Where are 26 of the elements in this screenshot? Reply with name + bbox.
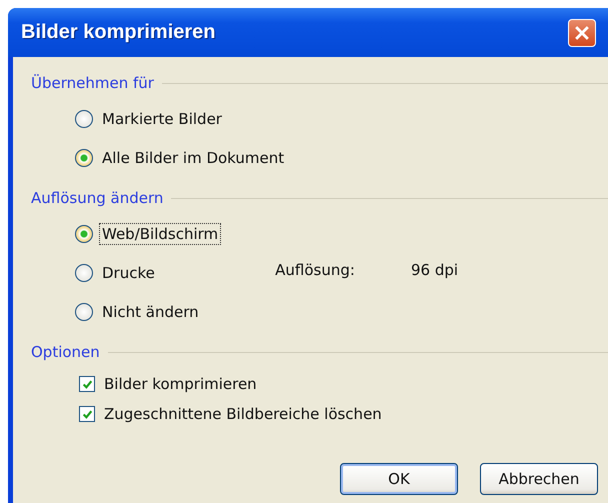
ok-button[interactable]: OK xyxy=(340,463,458,495)
check-icon xyxy=(82,378,92,390)
radio-label[interactable]: Nicht ändern xyxy=(99,301,202,323)
checkbox[interactable] xyxy=(79,376,95,392)
close-button[interactable] xyxy=(568,18,596,46)
close-icon xyxy=(575,26,589,40)
radio-label[interactable]: Web/Bildschirm xyxy=(99,223,222,245)
radio-button[interactable] xyxy=(75,149,93,167)
section-heading: Übernehmen für xyxy=(31,74,154,92)
section-heading: Auflösung ändern xyxy=(31,189,164,207)
section-heading: Optionen xyxy=(31,343,100,361)
radio-label[interactable]: Markierte Bilder xyxy=(99,108,225,130)
checkbox-label[interactable]: Zugeschnittene Bildbereiche löschen xyxy=(101,403,385,425)
resolution-value: 96 dpi xyxy=(410,261,458,279)
resolution-label: Auflösung: xyxy=(275,261,355,279)
radio-button[interactable] xyxy=(75,110,93,128)
checkbox-label[interactable]: Bilder komprimieren xyxy=(101,373,260,395)
cancel-button[interactable]: Abbrechen xyxy=(480,463,598,495)
radio-button[interactable] xyxy=(75,264,93,282)
radio-button[interactable] xyxy=(75,225,93,243)
radio-label[interactable]: Drucke xyxy=(99,262,158,284)
radio-label[interactable]: Alle Bilder im Dokument xyxy=(99,147,288,169)
check-icon xyxy=(82,408,92,420)
radio-button[interactable] xyxy=(75,303,93,321)
checkbox[interactable] xyxy=(79,406,95,422)
window-title: Bilder komprimieren xyxy=(21,21,216,44)
